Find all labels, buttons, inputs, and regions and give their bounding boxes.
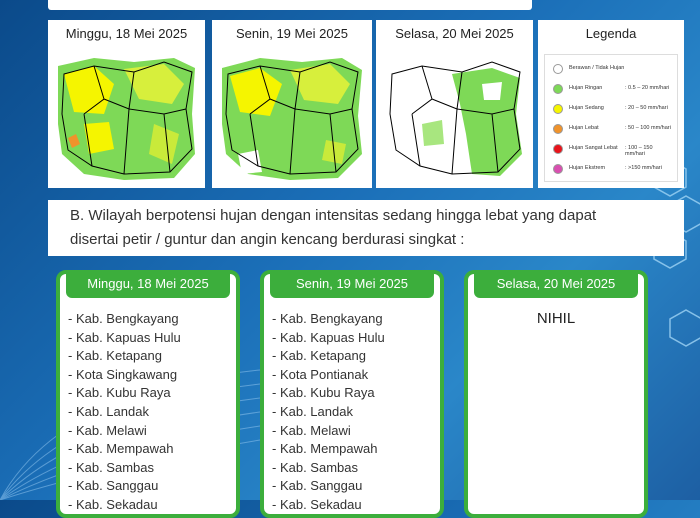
legend-swatch <box>553 104 563 114</box>
nihil-note: NIHIL <box>536 310 576 327</box>
previous-section-edge <box>48 0 532 10</box>
legend-item: Berawan / Tidak Hujan <box>551 63 673 77</box>
map-date-label: Minggu, 18 Mei 2025 <box>65 26 188 41</box>
list-item: - Kab. Bengkayang <box>68 311 179 326</box>
card-date-tab: Minggu, 18 Mei 2025 <box>66 270 230 298</box>
list-item: - Kab. Sekadau <box>272 496 362 512</box>
list-item: - Kab. Sanggau <box>272 478 363 494</box>
list-item: - Kab. Sekadau <box>68 496 158 512</box>
legend-swatch <box>553 64 563 74</box>
list-item: - Kab. Ketapang <box>272 348 366 364</box>
legend-item: Hujan Ekstrem : >150 mm/hari <box>551 163 673 177</box>
legend-swatch <box>553 124 563 134</box>
legend-item: Hujan Lebat : 50 – 100 mm/hari <box>551 123 673 137</box>
list-item: - Kab. Melawi <box>272 422 351 438</box>
list-item: - Kab. Sanggau <box>68 478 159 494</box>
rainfall-map <box>218 54 366 182</box>
map-panel-2: Senin, 19 Mei 2025 <box>212 20 372 188</box>
region-card-3: Selasa, 20 Mei 2025 NIHIL <box>464 270 648 518</box>
list-item: - Kab. Kapuas Hulu <box>68 329 181 345</box>
map-panel-3: Selasa, 20 Mei 2025 <box>376 20 533 188</box>
legend-range: : 0.5 – 20 mm/hari <box>625 85 670 91</box>
section-b-line2: disertai petir / guntur dan angin kencan… <box>70 231 465 248</box>
list-item: - Kab. Kapuas Hulu <box>272 329 385 345</box>
list-item: - Kab. Melawi <box>68 422 147 438</box>
region-list: - Kab. Bengkayang - Kab. Kapuas Hulu - K… <box>272 310 385 515</box>
legend-label: Hujan Ekstrem <box>569 165 606 171</box>
map-panel-1: Minggu, 18 Mei 2025 <box>48 20 205 188</box>
legend-label: Berawan / Tidak Hujan <box>569 65 625 71</box>
map-date-label: Senin, 19 Mei 2025 <box>235 26 349 41</box>
legend-label: Hujan Ringan <box>569 85 603 91</box>
rainfall-map <box>54 54 199 182</box>
legend-swatch <box>553 84 563 94</box>
legend-range: : 100 – 150 mm/hari <box>625 145 653 157</box>
legend-title: Legenda <box>585 26 637 41</box>
legend-label: Hujan Lebat <box>569 125 599 131</box>
legend-range: : 20 – 50 mm/hari <box>625 105 668 111</box>
section-b-heading: B. Wilayah berpotensi hujan dengan inten… <box>48 200 684 256</box>
legend-item: Hujan Sangat Lebat : 100 – 150 mm/hari <box>551 143 673 157</box>
list-item: - Kab. Kubu Raya <box>68 385 171 401</box>
section-b-line1: B. Wilayah berpotensi hujan dengan inten… <box>70 207 597 224</box>
list-item: - Kota Singkawang <box>68 366 178 382</box>
legend-label: Hujan Sangat Lebat <box>569 145 618 151</box>
rainfall-map <box>382 54 527 182</box>
list-item: - Kab. Ketapang <box>68 348 162 364</box>
legend-label: Hujan Sedang <box>569 105 604 111</box>
legend-swatch <box>553 144 563 154</box>
list-item: - Kab. Kubu Raya <box>272 385 375 401</box>
list-item: - Kab. Bengkayang <box>272 311 383 326</box>
list-item: - Kab. Sambas <box>68 459 154 475</box>
legend-range: : 50 – 100 mm/hari <box>625 125 671 131</box>
list-item: - Kab. Landak <box>272 403 353 419</box>
list-item: - Kab. Mempawah <box>272 441 378 457</box>
region-list: - Kab. Bengkayang - Kab. Kapuas Hulu - K… <box>68 310 181 515</box>
list-item: - Kota Pontianak <box>272 366 369 382</box>
region-card-1: Minggu, 18 Mei 2025 - Kab. Bengkayang - … <box>56 270 240 518</box>
map-date-label: Selasa, 20 Mei 2025 <box>395 26 514 41</box>
region-card-2: Senin, 19 Mei 2025 - Kab. Bengkayang - K… <box>260 270 444 518</box>
legend-box: Berawan / Tidak Hujan Hujan Ringan : 0.5… <box>544 54 678 182</box>
list-item: - Kab. Mempawah <box>68 441 174 457</box>
card-date-tab: Senin, 19 Mei 2025 <box>270 270 434 298</box>
legend-item: Hujan Sedang : 20 – 50 mm/hari <box>551 103 673 117</box>
list-item: - Kab. Sambas <box>272 459 358 475</box>
card-date-tab: Selasa, 20 Mei 2025 <box>474 270 638 298</box>
legend-swatch <box>553 164 563 174</box>
list-item: - Kab. Landak <box>68 403 149 419</box>
legend-panel: Legenda Berawan / Tidak Hujan Hujan Ring… <box>538 20 684 188</box>
legend-range: : >150 mm/hari <box>625 165 662 171</box>
legend-item: Hujan Ringan : 0.5 – 20 mm/hari <box>551 83 673 97</box>
